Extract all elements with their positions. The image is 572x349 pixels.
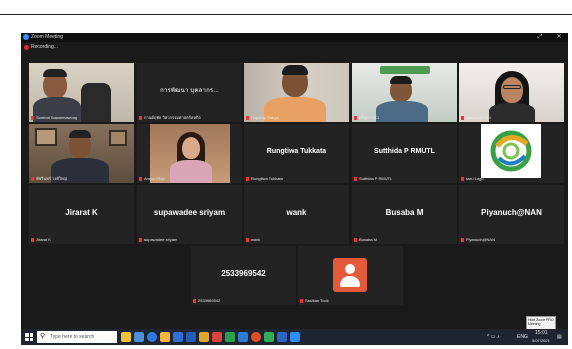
- title-bar: Zoom Meeting ⤢ ✕: [21, 33, 568, 42]
- participant-display-name: wank: [286, 208, 307, 217]
- mail-icon[interactable]: [186, 332, 196, 342]
- file-explorer-icon[interactable]: [160, 332, 170, 342]
- video-tile[interactable]: Ampa CMU: [137, 124, 242, 183]
- window-title: Zoom Meeting: [31, 34, 63, 40]
- video-tile[interactable]: wank wank: [244, 185, 349, 244]
- participant-face: [182, 137, 200, 159]
- participant-display-name: Jirarat K: [65, 208, 98, 217]
- recording-dot-icon: [24, 45, 29, 50]
- video-tile[interactable]: Busaba M Busaba M: [352, 185, 457, 244]
- app-icon-green[interactable]: [225, 332, 235, 342]
- video-tile[interactable]: 2533969542 2533969542: [191, 246, 296, 305]
- recording-label: Recording...: [31, 44, 58, 50]
- search-icon: ⚲: [40, 333, 46, 340]
- folder-icon[interactable]: [199, 332, 209, 342]
- participant-display-name: Rungtiwa Tukkata: [266, 148, 327, 155]
- video-tile[interactable]: Jirarat K Jirarat K: [29, 185, 134, 244]
- system-tray-icons[interactable]: ^ ▭ ♪: [487, 329, 499, 345]
- app-icon-red[interactable]: [212, 332, 222, 342]
- video-tile[interactable]: Supornp Panya: [244, 63, 349, 122]
- participant-name-label: กานต์ฤทัย วิศวกรรมศาสตร์สหกิจ: [139, 115, 201, 121]
- participant-name-label: Rungtiwa Tukkata: [246, 176, 283, 182]
- default-avatar-icon: [333, 258, 367, 292]
- sci-banner: [380, 66, 430, 74]
- participant-display-name: การพัฒนา บุคลากร...: [160, 88, 219, 94]
- participant-name-label: ศรีสุดา SCI: [354, 115, 379, 121]
- participant-display-name: Busaba M: [385, 208, 424, 217]
- participant-name-label: Sasikan Tooli: [300, 298, 329, 304]
- app-icon-blue[interactable]: [238, 332, 248, 342]
- language-indicator[interactable]: ENG: [517, 329, 528, 345]
- video-tile[interactable]: supawadee sriyam supawadee sriyam: [137, 185, 242, 244]
- participant-body: [489, 103, 535, 122]
- hide-meeting-tooltip: Hide Zoom PRO Meeting: [526, 316, 556, 330]
- video-tile[interactable]: Janyaporn Sri: [459, 63, 564, 122]
- participant-name-label: 2533969542: [193, 298, 220, 304]
- participant-name-label: Supornp Panya: [246, 115, 279, 121]
- notification-icon[interactable]: ▤: [557, 329, 562, 345]
- video-tile[interactable]: Rungtiwa Tukkata Rungtiwa Tukkata: [244, 124, 349, 183]
- maximize-icon[interactable]: ⤢: [535, 33, 545, 41]
- zoom-taskbar-icon[interactable]: [290, 332, 300, 342]
- video-tile[interactable]: ssru Logo: [459, 124, 564, 183]
- participant-display-name: 2533969542: [221, 269, 266, 278]
- participant-name-label: Janyaporn Sri: [461, 115, 491, 121]
- participant-name-label: ssru Logo: [461, 176, 484, 182]
- video-tile[interactable]: Sutthida P RMUTL Sutthida P RMUTL: [352, 124, 457, 183]
- clock-date[interactable]: 5/07/2021: [532, 337, 550, 345]
- participant-name-label: Sombat Suwannawong: [31, 115, 77, 121]
- chrome-icon[interactable]: [251, 332, 261, 342]
- edge-icon[interactable]: [147, 332, 157, 342]
- windows-start-icon[interactable]: [25, 333, 33, 341]
- participant-name-label: Jirarat K: [31, 237, 51, 243]
- participant-body: [170, 160, 212, 183]
- participant-name-label: supawadee sriyam: [139, 237, 177, 243]
- zoom-app-icon: [23, 34, 29, 40]
- participant-name-label: Sutthida P RMUTL: [354, 176, 392, 182]
- video-tile[interactable]: Sasikan Tooli: [298, 246, 403, 305]
- video-tile[interactable]: Piyanuch@NAN Piyanuch@NAN: [459, 185, 564, 244]
- participant-name-label: พัชรินทร์ วงศ์ใหญ่: [31, 176, 67, 182]
- taskbar-search-box[interactable]: ⚲ Type here to search: [37, 331, 117, 343]
- video-tile[interactable]: Sombat Suwannawong: [29, 63, 134, 122]
- participant-name-label: Piyanuch@NAN: [461, 237, 495, 243]
- close-icon[interactable]: ✕: [554, 33, 564, 41]
- participant-display-name: Sutthida P RMUTL: [374, 148, 435, 155]
- word-icon[interactable]: [277, 332, 287, 342]
- chair: [81, 83, 111, 122]
- participant-name-label: Busaba M: [354, 237, 377, 243]
- video-tile[interactable]: ศรีสุดา SCI: [352, 63, 457, 122]
- search-placeholder: Type here to search: [50, 334, 95, 340]
- excel-icon[interactable]: [264, 332, 274, 342]
- participant-name-label: wank: [246, 237, 260, 243]
- participant-body: [376, 101, 428, 122]
- participant-face: [501, 77, 523, 103]
- participant-display-name: supawadee sriyam: [153, 208, 226, 217]
- ssru-logo-image: [481, 124, 541, 178]
- task-view-icon[interactable]: [134, 332, 144, 342]
- participant-display-name: Piyanuch@NAN: [481, 208, 542, 217]
- windows-taskbar: ⚲ Type here to search ^ ▭ ♪ ENG 15:01 5/…: [21, 329, 568, 345]
- video-tile[interactable]: การพัฒนา บุคลากร... กานต์ฤทัย วิศวกรรมศา…: [137, 63, 242, 122]
- clock-time[interactable]: 15:01: [535, 329, 548, 337]
- video-tile[interactable]: พัชรินทร์ วงศ์ใหญ่: [29, 124, 134, 183]
- cortana-icon[interactable]: [121, 332, 131, 342]
- participant-name-label: Ampa CMU: [139, 176, 165, 182]
- top-white-strip: [0, 0, 572, 15]
- store-icon[interactable]: [173, 332, 183, 342]
- zoom-meeting-window: Zoom Meeting ⤢ ✕ Recording... Sombat Suw…: [21, 33, 568, 329]
